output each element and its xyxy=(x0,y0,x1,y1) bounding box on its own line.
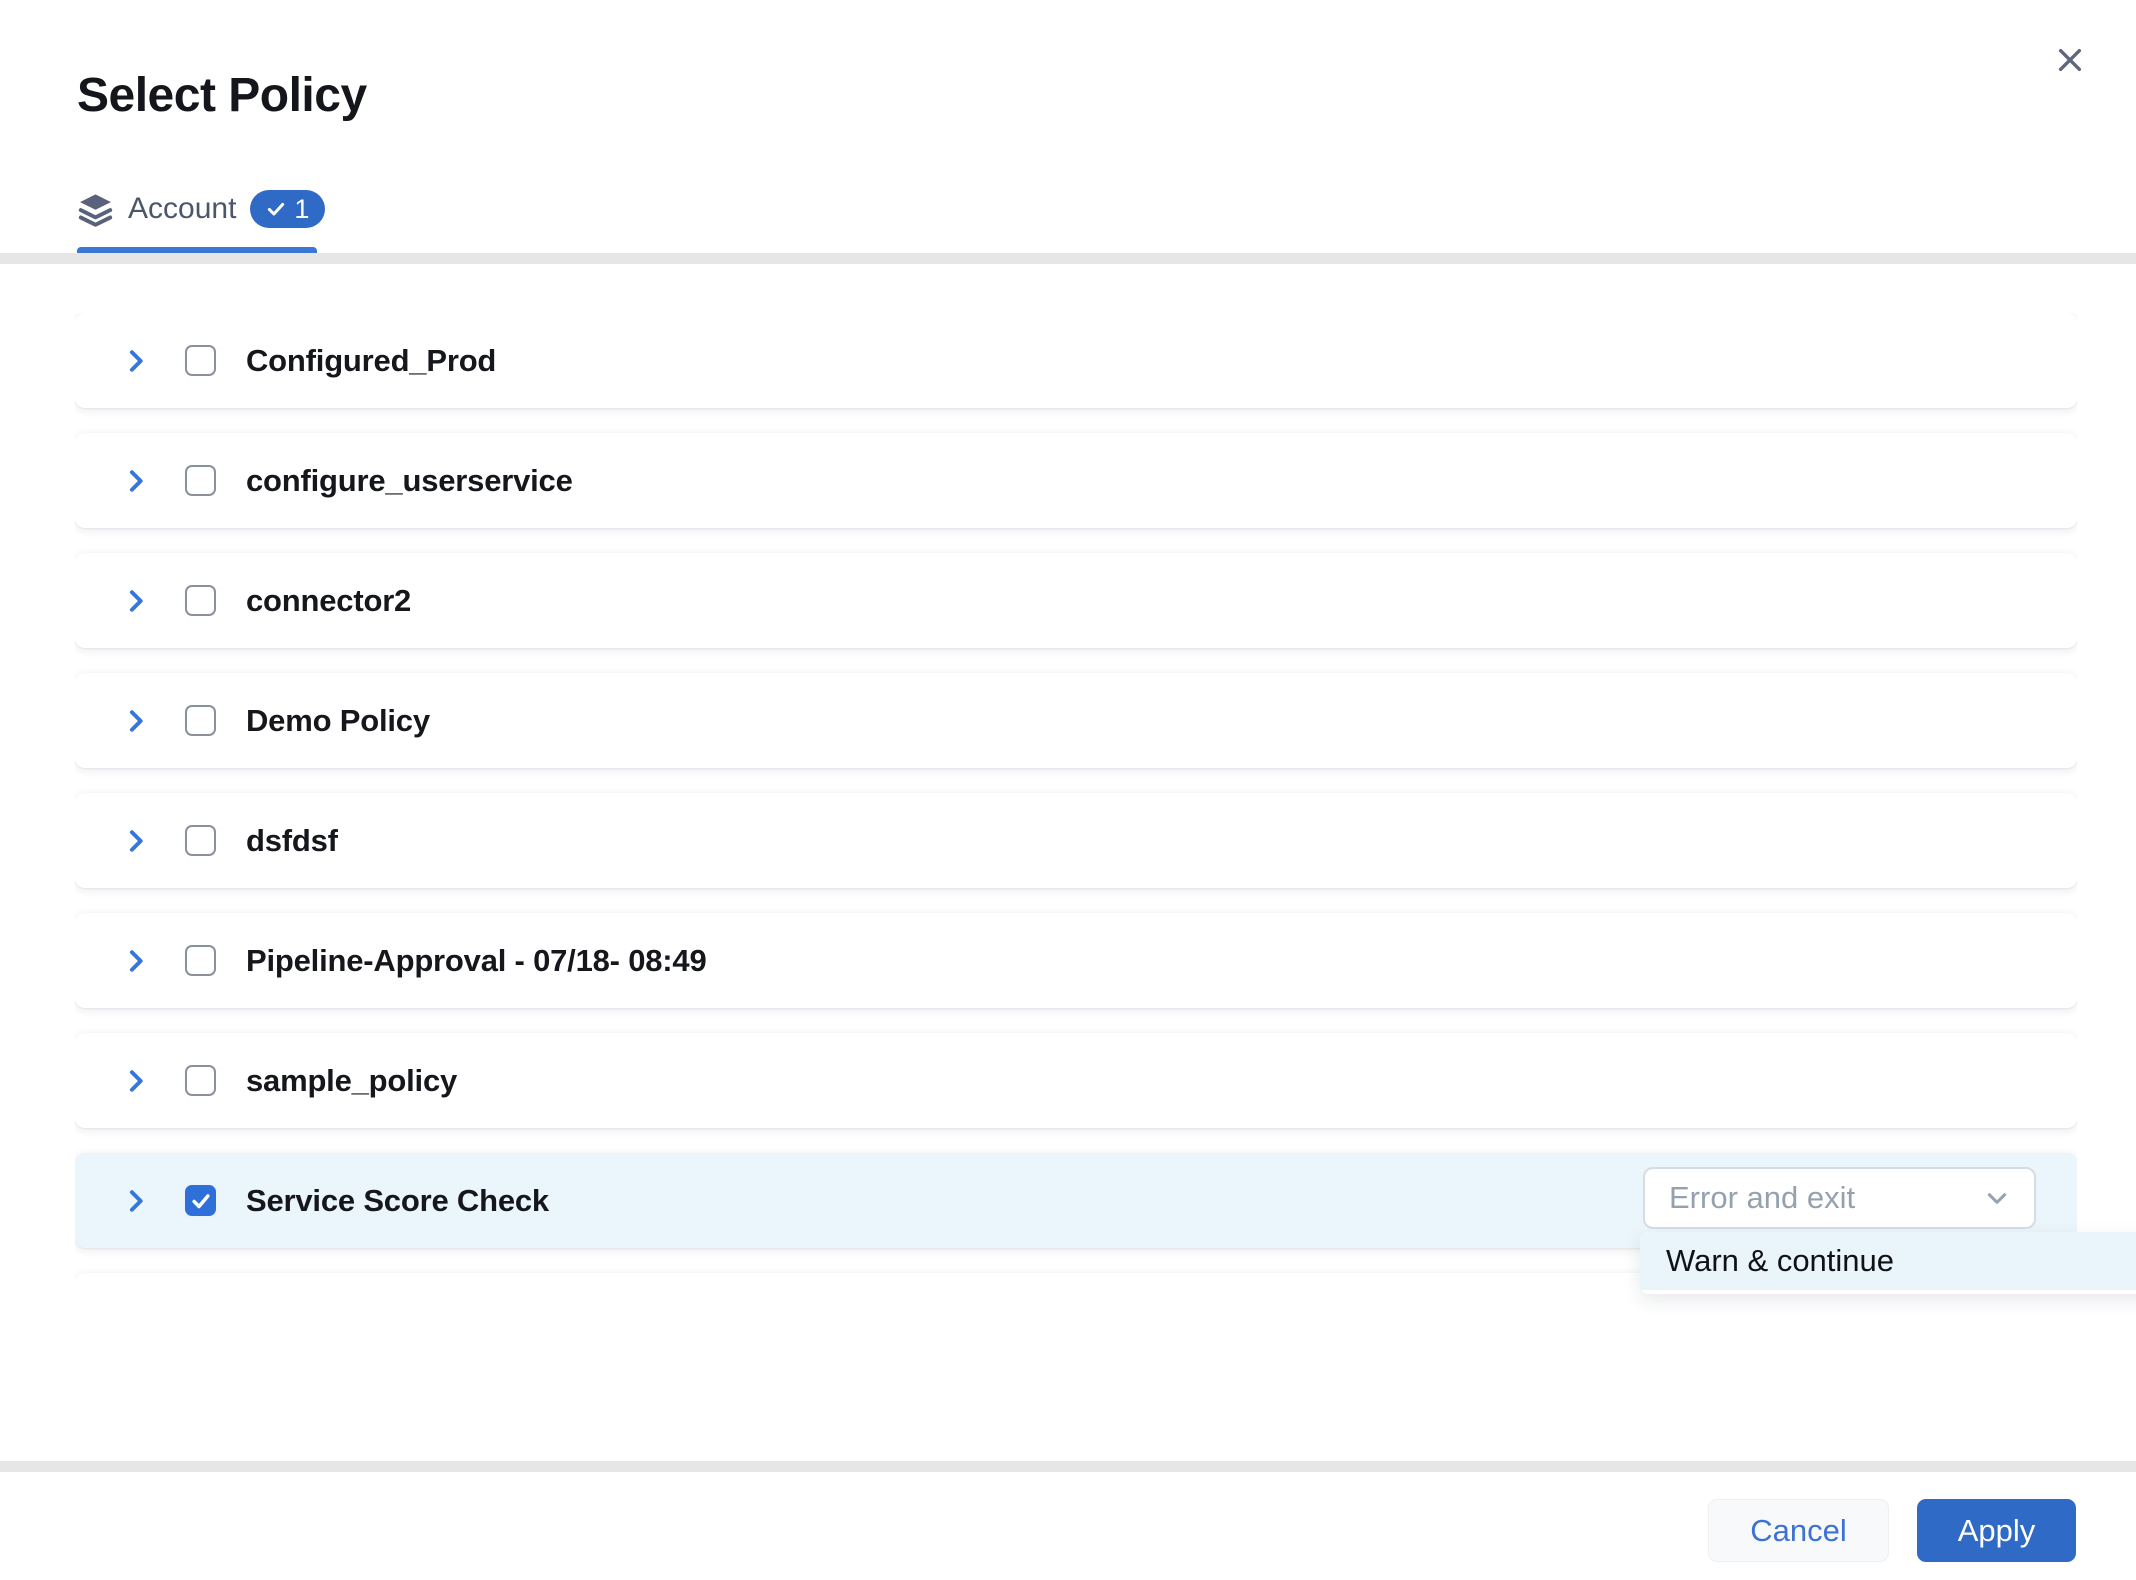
expand-chevron-icon[interactable] xyxy=(121,1186,151,1216)
tab-account-label: Account xyxy=(128,192,236,226)
policy-row: configure_userservice xyxy=(75,433,2077,528)
close-x-glyph xyxy=(2054,44,2086,76)
policy-label: Configured_Prod xyxy=(246,343,496,379)
expand-chevron-icon[interactable] xyxy=(121,706,151,736)
action-dropdown-menu: Warn & continue xyxy=(1640,1232,2136,1294)
select-value: Error and exit xyxy=(1669,1180,1984,1216)
policy-checkbox[interactable] xyxy=(185,1065,216,1096)
header-divider xyxy=(0,253,2136,264)
badge-count: 1 xyxy=(294,194,309,225)
dropdown-option-warn-continue[interactable]: Warn & continue xyxy=(1640,1232,2136,1290)
policy-checkbox[interactable] xyxy=(185,825,216,856)
expand-chevron-icon[interactable] xyxy=(121,946,151,976)
tab-account[interactable]: Account 1 xyxy=(77,186,325,232)
chevron-down-icon xyxy=(1984,1185,2010,1211)
policy-row: sample_policy xyxy=(75,1033,2077,1128)
policy-row: dsfdsf xyxy=(75,793,2077,888)
policy-checkbox[interactable] xyxy=(185,1185,216,1216)
policy-label: sample_policy xyxy=(246,1063,457,1099)
expand-chevron-icon[interactable] xyxy=(121,346,151,376)
check-icon xyxy=(266,199,286,219)
policy-checkbox[interactable] xyxy=(185,705,216,736)
policy-checkbox[interactable] xyxy=(185,585,216,616)
policy-label: Demo Policy xyxy=(246,703,430,739)
cancel-button[interactable]: Cancel xyxy=(1708,1499,1889,1562)
policy-label: Pipeline-Approval - 07/18- 08:49 xyxy=(246,943,707,979)
policy-label: dsfdsf xyxy=(246,823,338,859)
policy-row: Demo Policy xyxy=(75,673,2077,768)
policy-checkbox[interactable] xyxy=(185,945,216,976)
policy-label: configure_userservice xyxy=(246,463,573,499)
page-title: Select Policy xyxy=(77,68,367,123)
footer-divider xyxy=(0,1461,2136,1472)
policy-row: Configured_Prod xyxy=(75,313,2077,408)
policy-label: connector2 xyxy=(246,583,411,619)
expand-chevron-icon[interactable] xyxy=(121,1066,151,1096)
expand-chevron-icon[interactable] xyxy=(121,826,151,856)
policy-row: Pipeline-Approval - 07/18- 08:49 xyxy=(75,913,2077,1008)
policy-checkbox[interactable] xyxy=(185,465,216,496)
layers-icon xyxy=(77,191,114,228)
apply-button[interactable]: Apply xyxy=(1917,1499,2076,1562)
policy-checkbox[interactable] xyxy=(185,345,216,376)
policy-row: connector2 xyxy=(75,553,2077,648)
close-icon[interactable] xyxy=(2044,34,2096,86)
expand-chevron-icon[interactable] xyxy=(121,586,151,616)
policy-list: Configured_Prod configure_userservice co… xyxy=(75,313,2077,1299)
selected-count-badge: 1 xyxy=(250,190,325,228)
expand-chevron-icon[interactable] xyxy=(121,466,151,496)
row-action-select[interactable]: Error and exit xyxy=(1643,1167,2036,1229)
policy-label: Service Score Check xyxy=(246,1183,549,1219)
checkbox-check-icon xyxy=(190,1190,212,1212)
